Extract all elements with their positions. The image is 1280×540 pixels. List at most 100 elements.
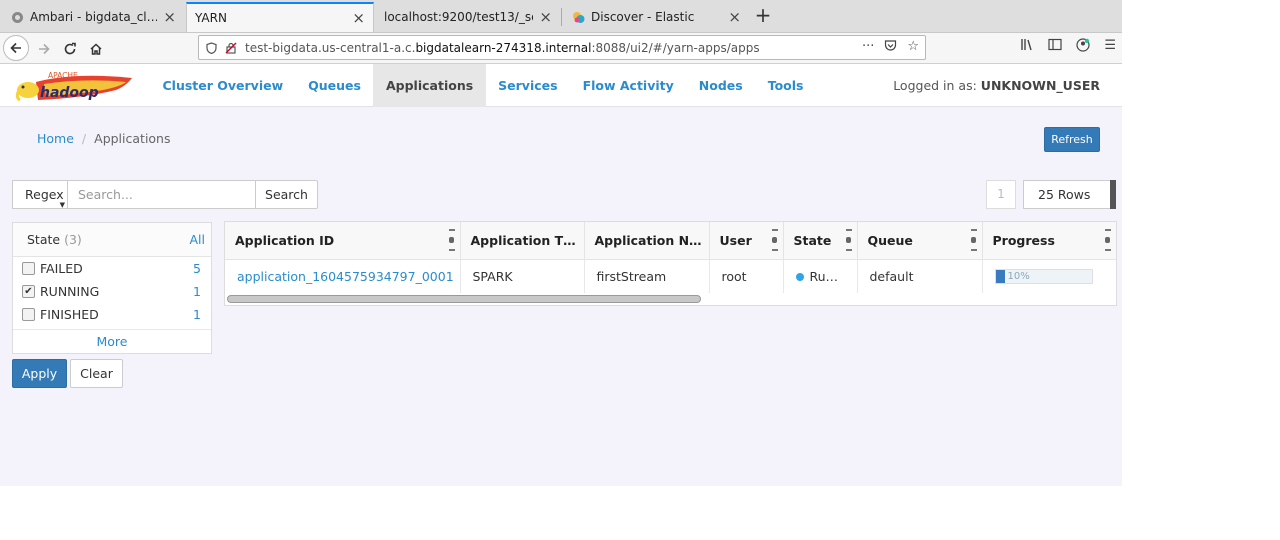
progress-bar: 10% (994, 268, 1093, 284)
reload-button[interactable] (58, 37, 82, 61)
pocket-icon[interactable] (884, 39, 897, 56)
menu-queues[interactable]: Queues (296, 64, 374, 107)
select-handle (1110, 180, 1116, 209)
page-number[interactable]: 1 (986, 180, 1016, 209)
rows-per-page-label: 25 Rows (1038, 187, 1091, 202)
facet-item-label: RUNNING (40, 284, 100, 299)
menu-icon[interactable]: ☰ (1104, 38, 1116, 56)
menu-services[interactable]: Services (486, 64, 570, 107)
regex-label: Regex (25, 187, 64, 202)
column-label: Application N… (594, 232, 702, 248)
facet-more-link[interactable]: More (13, 329, 211, 354)
close-tab-icon[interactable]: × (728, 8, 741, 26)
shield-icon[interactable] (203, 40, 219, 56)
column-label: Application T… (470, 232, 576, 248)
browser-toolbar: ☰ (1020, 38, 1122, 56)
search-input[interactable]: Search... (68, 180, 256, 209)
facet-item-running[interactable]: ✔ RUNNING 1 (13, 280, 211, 303)
arrow-left-icon (10, 42, 21, 54)
facet-all-link[interactable]: All (190, 223, 206, 256)
checkbox-running[interactable]: ✔ (22, 285, 35, 298)
breadcrumb: Home / Applications (37, 131, 171, 146)
resize-handle-icon[interactable] (771, 229, 778, 251)
account-icon[interactable] (1076, 38, 1090, 56)
refresh-button[interactable]: Refresh (1044, 127, 1100, 152)
back-button[interactable] (3, 35, 29, 61)
facet-item-finished[interactable]: FINISHED 1 (13, 303, 211, 326)
table-row[interactable]: application_1604575934797_0001 SPARK fir… (225, 259, 1116, 293)
tab-ambari[interactable]: Ambari - bigdata_cl… × (2, 2, 184, 32)
column-header-application-type[interactable]: Application T… (460, 222, 585, 260)
ambari-icon (10, 10, 24, 24)
more-actions-icon[interactable]: ··· (862, 39, 874, 56)
new-tab-icon[interactable]: + (752, 3, 774, 29)
breadcrumb-separator: / (81, 131, 87, 146)
tab-yarn[interactable]: YARN × (186, 2, 374, 32)
close-tab-icon[interactable]: × (539, 8, 552, 26)
regex-dropdown[interactable]: Regex ▼ (12, 180, 68, 209)
url-actions: ··· ☆ (862, 39, 919, 56)
resize-handle-icon[interactable] (1104, 229, 1111, 251)
close-tab-icon[interactable]: × (352, 9, 365, 27)
search-button[interactable]: Search (256, 180, 318, 209)
logged-in-username: UNKNOWN_USER (980, 78, 1100, 93)
column-header-state[interactable]: State (783, 222, 858, 260)
application-id-link[interactable]: application_1604575934797_0001 (237, 269, 454, 284)
browser-window: Ambari - bigdata_cl… × YARN × localhost:… (0, 0, 1122, 486)
tab-label: localhost:9200/test13/_sear (384, 10, 533, 24)
resize-handle-icon[interactable] (845, 229, 852, 251)
column-header-application-id[interactable]: Application ID (225, 222, 461, 260)
column-header-application-name[interactable]: Application N… (584, 222, 710, 260)
resize-handle-icon[interactable] (970, 229, 977, 251)
breadcrumb-home[interactable]: Home (37, 131, 74, 146)
table-header-row: Application ID Application T… Applicatio… (225, 222, 1116, 260)
app-header: APACHE hadoop Cluster Overview Queues Ap… (0, 64, 1122, 107)
insecure-lock-icon[interactable] (223, 40, 239, 56)
applications-table: Application ID Application T… Applicatio… (224, 221, 1117, 306)
library-icon[interactable] (1020, 38, 1034, 56)
menu-applications[interactable]: Applications (373, 64, 486, 107)
url-host: bigdatalearn-274318.internal (415, 40, 592, 55)
rows-per-page-select[interactable]: 25 Rows (1023, 180, 1116, 209)
facet-item-failed[interactable]: FAILED 5 (13, 257, 211, 280)
clear-button[interactable]: Clear (70, 359, 123, 388)
bookmark-star-icon[interactable]: ☆ (907, 39, 919, 56)
horizontal-scrollbar[interactable] (225, 294, 825, 304)
column-header-queue[interactable]: Queue (857, 222, 983, 260)
scrollbar-thumb[interactable] (227, 295, 701, 303)
menu-cluster-overview[interactable]: Cluster Overview (150, 64, 296, 107)
url-bar[interactable]: test-bigdata.us-central1-a.c.bigdatalear… (198, 35, 926, 60)
facet-item-count: 5 (193, 261, 201, 276)
search-group: Regex ▼ Search... Search (12, 180, 318, 209)
column-label: Application ID (235, 232, 335, 248)
progress-cell: 10% (982, 259, 1116, 293)
hadoop-logo[interactable]: APACHE hadoop (14, 70, 136, 104)
main-menu: Cluster Overview Queues Applications Ser… (150, 64, 816, 107)
menu-flow-activity[interactable]: Flow Activity (570, 64, 686, 107)
tab-kibana[interactable]: Discover - Elastic × (563, 2, 749, 32)
menu-tools[interactable]: Tools (755, 64, 816, 107)
facet-item-count: 1 (193, 307, 201, 322)
column-header-progress[interactable]: Progress (982, 222, 1116, 260)
progress-bar-fill (995, 269, 1006, 283)
facet-header: State (3) All (13, 223, 211, 257)
menu-nodes[interactable]: Nodes (686, 64, 755, 107)
column-label: Queue (867, 232, 913, 248)
checkbox-failed[interactable] (22, 262, 35, 275)
close-tab-icon[interactable]: × (163, 8, 176, 26)
column-header-user[interactable]: User (709, 222, 784, 260)
column-label: Progress (992, 232, 1055, 248)
tab-label: YARN (195, 11, 227, 25)
application-name-cell: firstStream (584, 259, 710, 293)
sidebar-icon[interactable] (1048, 38, 1062, 56)
facet-count: (3) (64, 232, 82, 247)
resize-handle-icon[interactable] (448, 229, 455, 251)
state-label: Ru… (809, 268, 839, 284)
apply-button[interactable]: Apply (12, 359, 67, 388)
url-text[interactable]: test-bigdata.us-central1-a.c.bigdatalear… (245, 41, 760, 55)
application-type-cell: SPARK (460, 259, 585, 293)
forward-button[interactable] (32, 37, 56, 61)
home-button[interactable] (84, 37, 108, 61)
checkbox-finished[interactable] (22, 308, 35, 321)
tab-elasticsearch[interactable]: localhost:9200/test13/_sear × (376, 2, 560, 32)
